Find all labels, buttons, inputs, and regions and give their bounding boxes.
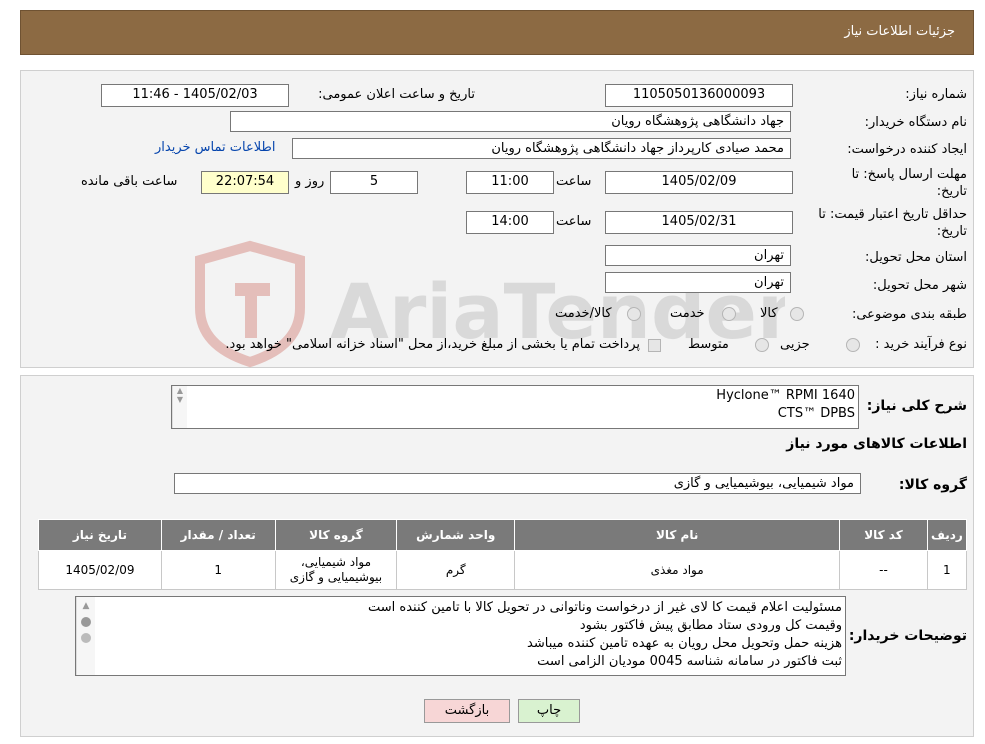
goods-group-label: گروه کالا: (898, 477, 967, 493)
validity-time-label: ساعت (556, 214, 592, 229)
cell-name: مواد مغذی (514, 550, 841, 590)
cell-group: مواد شیمیایی، بیوشیمیایی و گازی (274, 550, 398, 590)
remaining-time-field: 22:07:54 (201, 171, 289, 194)
page-header: جزئیات اطلاعات نیاز (20, 10, 974, 55)
category-radio-service[interactable] (722, 307, 736, 321)
purchase-option-partial: جزیی (780, 337, 810, 352)
goods-group-field: مواد شیمیایی، بیوشیمیایی و گازی (174, 473, 861, 494)
category-option-goods-service: کالا/خدمت (555, 306, 612, 321)
purchase-note: پرداخت تمام یا بخشی از مبلغ خرید،از محل … (225, 337, 640, 352)
buyer-notes-label: توضیحات خریدار: (848, 628, 967, 644)
table-row: 1 -- مواد مغذی گرم مواد شیمیایی، بیوشیمی… (38, 550, 968, 590)
category-option-goods: کالا (760, 306, 778, 321)
back-button[interactable]: بازگشت (424, 699, 510, 723)
goods-table: ردیف کد کالا نام کالا واحد شمارش گروه کا… (38, 519, 968, 590)
scroll-up-icon[interactable]: ▲ (77, 601, 95, 611)
col-unit-header: واحد شمارش (396, 519, 516, 551)
validity-label: حداقل تاریخ اعتبار قیمت: تا (818, 207, 967, 222)
deadline-label: مهلت ارسال پاسخ: تا (851, 167, 967, 182)
notes-scrollbar[interactable]: ▲ (76, 597, 95, 675)
cell-group-line: مواد شیمیایی، (300, 555, 372, 569)
buyer-note-line: وقیمت کل ورودی ستاد مطابق پیش فاکتور بشو… (579, 618, 842, 633)
deadline-time-field: 11:00 (466, 171, 554, 194)
cell-date: 1405/02/09 (38, 550, 162, 590)
description-label: شرح کلی نیاز: (866, 398, 967, 414)
treasury-checkbox[interactable] (648, 339, 661, 352)
buyer-org-field: جهاد دانشگاهی پژوهشگاه رویان (230, 111, 791, 132)
purchase-radio-medium[interactable] (755, 338, 769, 352)
contact-info-link[interactable]: اطلاعات تماس خریدار (155, 140, 275, 155)
buyer-note-line: ثبت فاکتور در سامانه شناسه 0045 مودیان ا… (537, 654, 842, 669)
scroll-thumb-icon[interactable] (81, 633, 91, 643)
buyer-note-line: مسئولیت اعلام قیمت کا لای غیر از درخواست… (368, 600, 842, 615)
description-scrollbar[interactable]: ▲ ▼ (172, 386, 187, 428)
province-field: تهران (605, 245, 791, 266)
validity-date-field: 1405/02/31 (605, 211, 793, 234)
category-label: طبقه بندی موضوعی: (851, 307, 967, 322)
category-radio-goods-service[interactable] (627, 307, 641, 321)
province-label: استان محل تحویل: (865, 250, 967, 265)
cell-group-line: بیوشیمیایی و گازی (289, 570, 383, 584)
goods-info-title: اطلاعات کالاهای مورد نیاز (786, 436, 967, 452)
buyer-org-label: نام دستگاه خریدار: (864, 115, 967, 130)
page-title: جزئیات اطلاعات نیاز (844, 24, 955, 39)
cell-unit: گرم (396, 550, 516, 590)
need-number-label: شماره نیاز: (905, 87, 967, 102)
description-textarea[interactable]: ▲ ▼ Hyclone™ RPMI 1640 CTS™ DPBS (171, 385, 859, 429)
days-label: روز و (295, 174, 325, 189)
col-name-header: نام کالا (514, 519, 841, 551)
table-header-row: ردیف کد کالا نام کالا واحد شمارش گروه کا… (38, 519, 968, 551)
scroll-up-icon[interactable]: ▲ (173, 386, 187, 395)
scroll-down-icon[interactable]: ▼ (173, 395, 187, 404)
col-group-header: گروه کالا (274, 519, 398, 551)
purchase-type-label: نوع فرآیند خرید : (875, 337, 967, 352)
scroll-thumb-icon[interactable] (81, 617, 91, 627)
col-date-header: تاریخ نیاز (38, 519, 162, 551)
deadline-date-field: 1405/02/09 (605, 171, 793, 194)
validity-label-date: تاریخ: (936, 224, 967, 239)
col-qty-header: تعداد / مقدار (160, 519, 276, 551)
buyer-note-line: هزینه حمل وتحویل محل رویان به عهده تامین… (527, 636, 842, 651)
cell-qty: 1 (160, 550, 276, 590)
col-code-header: کد کالا (839, 519, 928, 551)
purchase-option-medium: متوسط (688, 337, 729, 352)
cell-row: 1 (926, 550, 968, 590)
city-label: شهر محل تحویل: (872, 278, 967, 293)
need-number-field: 1105050136000093 (605, 84, 793, 107)
announce-field: 1405/02/03 - 11:46 (101, 84, 289, 107)
buyer-notes-textarea[interactable]: ▲ مسئولیت اعلام قیمت کا لای غیر از درخوا… (75, 596, 846, 676)
validity-time-field: 14:00 (466, 211, 554, 234)
city-field: تهران (605, 272, 791, 293)
days-remaining-field: 5 (330, 171, 418, 194)
deadline-label-date: تاریخ: (936, 184, 967, 199)
description-line: Hyclone™ RPMI 1640 (716, 388, 855, 403)
cell-code: -- (839, 550, 928, 590)
remaining-label: ساعت باقی مانده (81, 174, 178, 189)
print-button[interactable]: چاپ (518, 699, 580, 723)
col-row-header: ردیف (926, 519, 968, 551)
category-radio-goods[interactable] (790, 307, 804, 321)
requester-label: ایجاد کننده درخواست: (847, 142, 967, 157)
announce-label: تاریخ و ساعت اعلان عمومی: (318, 87, 475, 102)
category-option-service: خدمت (670, 306, 705, 321)
deadline-time-label: ساعت (556, 174, 592, 189)
purchase-radio-partial[interactable] (846, 338, 860, 352)
description-line: CTS™ DPBS (777, 406, 855, 421)
requester-field: محمد صیادی کارپرداز جهاد دانشگاهی پژوهشگ… (292, 138, 791, 159)
